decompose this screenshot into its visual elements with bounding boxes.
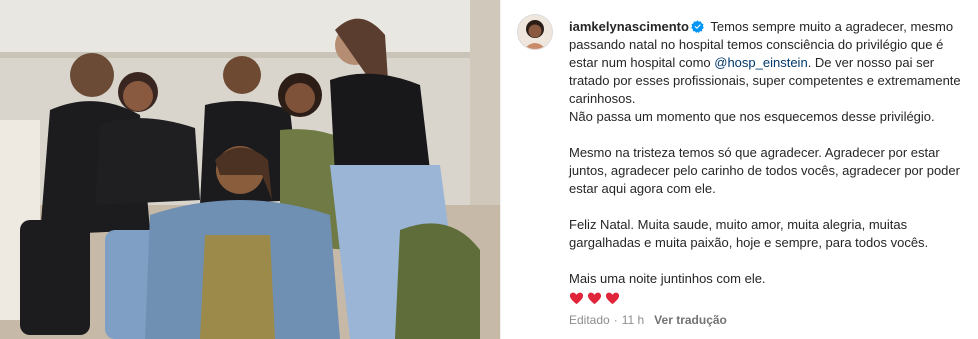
translate-button[interactable]: Ver tradução [654,313,727,327]
heart-emoji-icon [587,291,602,306]
caption-paragraph-5: Mais uma noite juntinhos com ele. [569,271,766,286]
caption-paragraph-3: Mesmo na tristeza temos só que agradecer… [569,145,960,196]
caption-paragraph-2: Não passa um momento que nos esquecemos … [569,109,935,124]
avatar[interactable] [517,14,553,50]
mention-link[interactable]: @hosp_einstein [714,55,807,70]
post-caption: iamkelynascimento Temos sempre muito a a… [569,18,961,307]
caption-panel: iamkelynascimento Temos sempre muito a a… [501,0,978,339]
family-photo-illustration [0,0,500,339]
post-meta: Editado · 11 h Ver tradução [569,313,727,327]
caption-paragraph-1: iamkelynascimento Temos sempre muito a a… [569,18,961,108]
heart-emoji-icon [605,291,620,306]
separator-dot: · [613,313,618,327]
hearts-row [569,289,961,307]
username-link[interactable]: iamkelynascimento [569,19,689,34]
heart-emoji-icon [569,291,584,306]
edited-label: Editado [569,313,610,327]
caption-paragraph-4: Feliz Natal. Muita saude, muito amor, mu… [569,217,929,250]
verified-badge-icon [691,20,704,33]
post-photo[interactable] [0,0,500,339]
post-age[interactable]: 11 h [622,313,644,327]
